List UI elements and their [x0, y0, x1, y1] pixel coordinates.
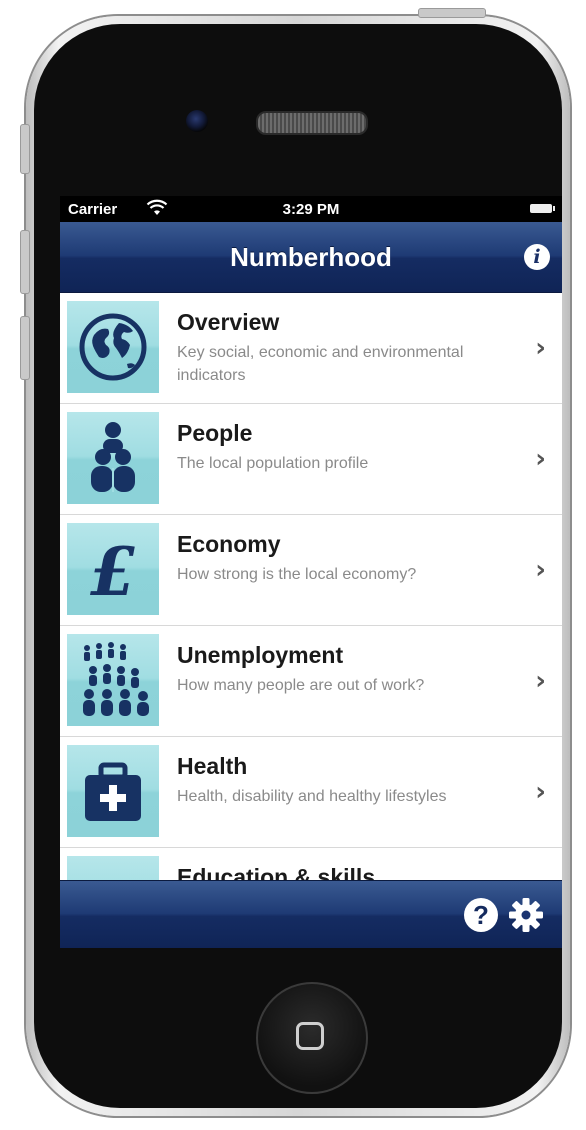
battery-icon: [530, 204, 555, 213]
power-button: [418, 8, 486, 18]
menu-list: Overview Key social, economic and enviro…: [60, 293, 562, 948]
volume-up-button: [20, 230, 30, 294]
pound-icon: £: [67, 523, 159, 615]
gear-icon[interactable]: [508, 897, 544, 933]
volume-down-button: [20, 316, 30, 380]
item-title: Unemployment: [177, 642, 344, 668]
crowd-icon: [67, 634, 159, 726]
item-subtitle: The local population profile: [177, 455, 369, 472]
list-item-overview[interactable]: Overview Key social, economic and enviro…: [60, 293, 562, 404]
nav-bar: Numberhood i: [60, 222, 562, 293]
list-item-economy[interactable]: £ Economy How strong is the local econom…: [60, 515, 562, 626]
app-screen: Carrier 3:29 PM Numberhood i Overview Ke…: [60, 196, 562, 948]
globe-icon: [67, 301, 159, 393]
item-title: Overview: [177, 309, 280, 335]
item-subtitle: Key social, economic and environmental i…: [177, 344, 464, 384]
item-title: People: [177, 420, 253, 446]
item-title: Economy: [177, 531, 281, 557]
list-item-people[interactable]: People The local population profile ›: [60, 404, 562, 515]
chevron-right-icon: ›: [535, 777, 546, 807]
item-title: Health: [177, 753, 248, 779]
svg-text:£: £: [90, 533, 136, 611]
item-subtitle: Health, disability and healthy lifestyle…: [177, 788, 447, 805]
help-icon[interactable]: ?: [464, 898, 498, 932]
earpiece-speaker: [256, 111, 368, 135]
list-item-health[interactable]: Health Health, disability and healthy li…: [60, 737, 562, 848]
item-subtitle: How strong is the local economy?: [177, 566, 417, 583]
chevron-right-icon: ›: [535, 333, 546, 363]
page-title: Numberhood: [230, 242, 392, 272]
clock: 3:29 PM: [282, 201, 340, 218]
mute-switch: [20, 124, 30, 174]
chevron-right-icon: ›: [535, 444, 546, 474]
front-camera: [186, 110, 208, 132]
home-button[interactable]: [256, 982, 368, 1094]
item-subtitle: How many people are out of work?: [177, 677, 425, 694]
chevron-right-icon: ›: [535, 666, 546, 696]
people-icon: [67, 412, 159, 504]
list-item-unemployment[interactable]: Unemployment How many people are out of …: [60, 626, 562, 737]
bottom-toolbar: ?: [60, 880, 562, 948]
status-bar: Carrier 3:29 PM: [60, 196, 562, 222]
home-square-icon: [296, 1022, 324, 1050]
medical-kit-icon: [67, 745, 159, 837]
chevron-right-icon: ›: [535, 555, 546, 585]
info-icon[interactable]: i: [524, 244, 550, 270]
